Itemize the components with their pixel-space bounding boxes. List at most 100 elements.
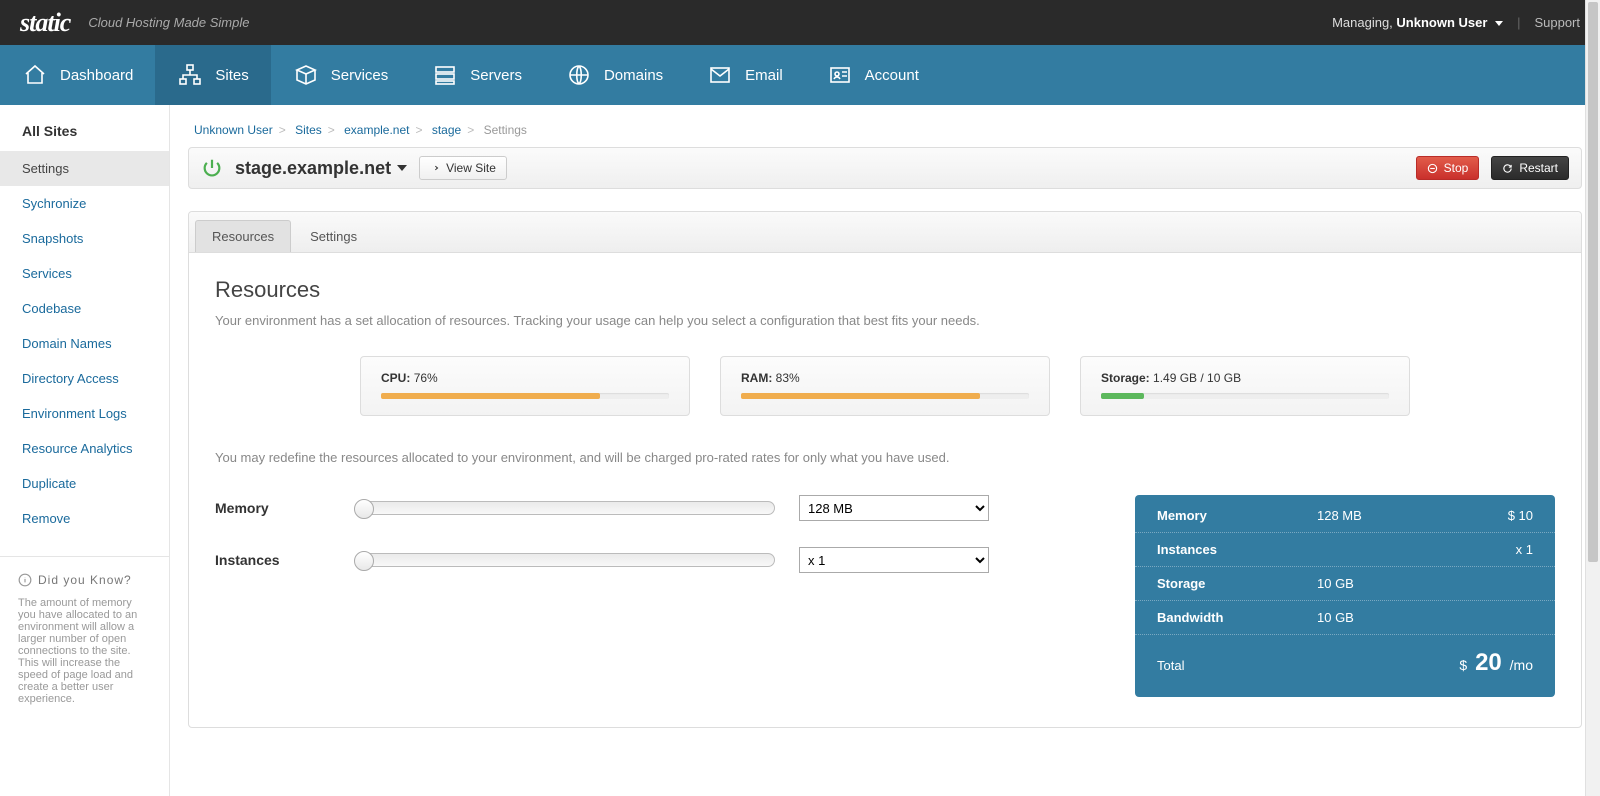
progress-bar: [1101, 393, 1389, 399]
nav-label: Domains: [604, 67, 663, 84]
price-row-bandwidth: Bandwidth10 GB: [1135, 601, 1555, 635]
crumb-site[interactable]: example.net: [344, 123, 409, 137]
sidebar-item-label: Duplicate: [22, 476, 76, 491]
sidebar-item-settings[interactable]: Settings: [0, 151, 169, 186]
breadcrumb: Unknown User> Sites> example.net> stage>…: [194, 123, 1582, 137]
metric-label: Storage:: [1101, 371, 1150, 385]
memory-slider[interactable]: [355, 501, 775, 515]
button-label: Restart: [1519, 161, 1558, 175]
nav-services[interactable]: Services: [271, 45, 411, 105]
nav-servers[interactable]: Servers: [410, 45, 544, 105]
metric-value: 83%: [776, 371, 800, 385]
progress-bar: [381, 393, 669, 399]
managing-user-menu[interactable]: Managing, Unknown User: [1332, 15, 1503, 30]
instances-row: Instances x 1: [215, 547, 1105, 573]
section-note: You may redefine the resources allocated…: [215, 450, 1555, 465]
memory-select[interactable]: 128 MB: [799, 495, 989, 521]
sidebar-item-snapshots[interactable]: Snapshots: [0, 221, 169, 256]
price-row-instances: Instancesx 1: [1135, 533, 1555, 567]
stop-button[interactable]: Stop: [1416, 156, 1480, 180]
managing-prefix: Managing,: [1332, 15, 1393, 30]
sidebar-item-domain-names[interactable]: Domain Names: [0, 326, 169, 361]
support-link[interactable]: Support: [1534, 15, 1580, 30]
section-lead: Your environment has a set allocation of…: [215, 313, 1555, 328]
arrow-right-icon: [430, 163, 440, 173]
box-icon: [293, 62, 319, 88]
minus-circle-icon: [1427, 163, 1438, 174]
crumb-user[interactable]: Unknown User: [194, 123, 273, 137]
sidebar-item-label: Domain Names: [22, 336, 112, 351]
sidebar-item-directory-access[interactable]: Directory Access: [0, 361, 169, 396]
sidebar-item-label: Settings: [22, 161, 69, 176]
view-site-button[interactable]: View Site: [419, 156, 507, 180]
sidebar-item-duplicate[interactable]: Duplicate: [0, 466, 169, 501]
price-row-memory: Memory128 MB$ 10: [1135, 499, 1555, 533]
nav-label: Account: [865, 67, 919, 84]
topbar-right: Managing, Unknown User | Support: [1332, 15, 1580, 30]
instances-label: Instances: [215, 552, 355, 568]
scrollbar[interactable]: [1585, 0, 1600, 796]
mail-icon: [707, 62, 733, 88]
instances-select[interactable]: x 1: [799, 547, 989, 573]
restart-button[interactable]: Restart: [1491, 156, 1569, 180]
nav-email[interactable]: Email: [685, 45, 805, 105]
price-key: Memory: [1157, 508, 1317, 523]
sidebar-item-label: Directory Access: [22, 371, 119, 386]
chevron-down-icon: [1495, 21, 1503, 26]
sidebar-item-codebase[interactable]: Codebase: [0, 291, 169, 326]
tab-settings[interactable]: Settings: [293, 220, 374, 252]
sidebar-item-remove[interactable]: Remove: [0, 501, 169, 536]
site-title-text: stage.example.net: [235, 158, 391, 179]
button-label: View Site: [446, 161, 496, 175]
price-key: Instances: [1157, 542, 1317, 557]
sitemap-icon: [177, 62, 203, 88]
slider-handle[interactable]: [354, 551, 374, 571]
topbar: static Cloud Hosting Made Simple Managin…: [0, 0, 1600, 45]
sidebar-item-label: Services: [22, 266, 72, 281]
price-key: Bandwidth: [1157, 610, 1317, 625]
nav-dashboard[interactable]: Dashboard: [0, 45, 155, 105]
sidebar-item-resource-analytics[interactable]: Resource Analytics: [0, 431, 169, 466]
price-cost: $ 10: [1508, 508, 1533, 523]
nav-label: Dashboard: [60, 67, 133, 84]
price-total-suffix: /mo: [1510, 657, 1533, 673]
sidebar-item-services[interactable]: Services: [0, 256, 169, 291]
progress-bar: [741, 393, 1029, 399]
sidebar-item-sychronize[interactable]: Sychronize: [0, 186, 169, 221]
progress-fill: [381, 393, 600, 399]
globe-icon: [566, 62, 592, 88]
info-icon: [18, 573, 32, 587]
price-row-storage: Storage10 GB: [1135, 567, 1555, 601]
metric-label: CPU:: [381, 371, 410, 385]
crumb-sites[interactable]: Sites: [295, 123, 322, 137]
sidebar-item-label: Sychronize: [22, 196, 86, 211]
brand-logo: static: [20, 8, 70, 38]
price-value: 10 GB: [1317, 576, 1437, 591]
sidebar-list: Settings Sychronize Snapshots Services C…: [0, 151, 169, 536]
tagline: Cloud Hosting Made Simple: [88, 15, 249, 30]
scrollbar-thumb[interactable]: [1588, 2, 1598, 562]
price-key: Storage: [1157, 576, 1317, 591]
nav-account[interactable]: Account: [805, 45, 941, 105]
nav-label: Servers: [470, 67, 522, 84]
site-title-dropdown[interactable]: stage.example.net: [235, 158, 407, 179]
tab-resources[interactable]: Resources: [195, 220, 291, 252]
id-card-icon: [827, 62, 853, 88]
nav-sites[interactable]: Sites: [155, 45, 270, 105]
refresh-icon: [1502, 163, 1513, 174]
metric-ram: RAM: 83%: [720, 356, 1050, 416]
crumb-env[interactable]: stage: [432, 123, 461, 137]
nav-domains[interactable]: Domains: [544, 45, 685, 105]
config-controls: Memory 128 MB Instances x 1: [215, 495, 1105, 599]
instances-slider[interactable]: [355, 553, 775, 567]
home-icon: [22, 62, 48, 88]
button-label: Stop: [1444, 161, 1469, 175]
sidebar-tip: Did you Know? The amount of memory you h…: [0, 556, 169, 721]
tip-title: Did you Know?: [18, 573, 151, 587]
content: Unknown User> Sites> example.net> stage>…: [170, 105, 1600, 796]
tip-body: The amount of memory you have allocated …: [18, 597, 151, 705]
sidebar-item-environment-logs[interactable]: Environment Logs: [0, 396, 169, 431]
settings-panel: Resources Settings Resources Your enviro…: [188, 211, 1582, 728]
metric-value: 1.49 GB / 10 GB: [1153, 371, 1241, 385]
slider-handle[interactable]: [354, 499, 374, 519]
